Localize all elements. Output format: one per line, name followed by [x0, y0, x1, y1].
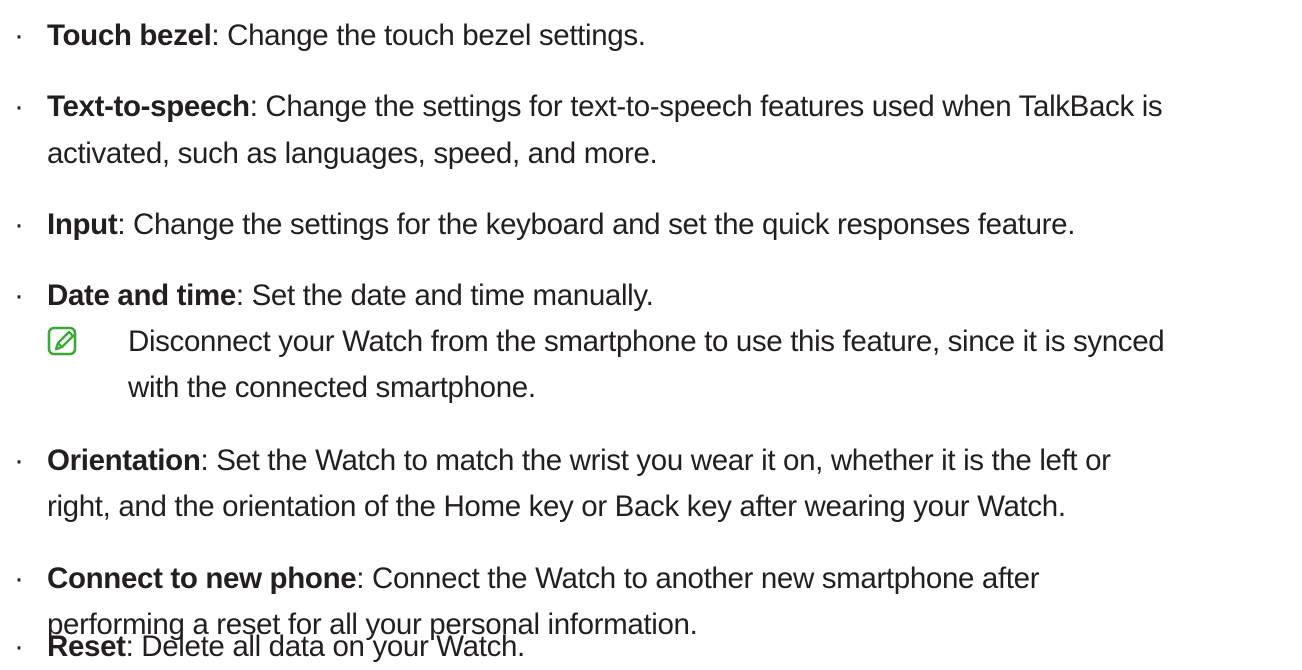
desc-date-and-time: : Set the date and time manually. — [235, 279, 654, 312]
bullet: · — [14, 630, 24, 663]
desc-input: : Change the settings for the keyboard a… — [117, 208, 1076, 241]
bullet: · — [14, 19, 24, 52]
list-item-line: Reset: Delete all data on your Watch. — [47, 623, 1292, 670]
note-text-line-2: with the connected smartphone. — [128, 371, 536, 404]
desc-reset: : Delete all data on your Watch. — [125, 630, 526, 663]
term-connect-to-new-phone: Connect to new phone — [47, 562, 357, 595]
bullet: · — [14, 90, 24, 123]
desc-connect-to-new-phone: : Connect the Watch to another new smart… — [356, 562, 1040, 595]
desc-text-to-speech: : Change the settings for text-to-speech… — [249, 90, 1163, 123]
settings-document: · Touch bezel: Change the touch bezel se… — [0, 0, 1302, 663]
term-input: Input — [47, 208, 118, 241]
note-text-line-1: Disconnect your Watch from the smartphon… — [128, 325, 1165, 358]
bullet: · — [14, 208, 24, 241]
list-item-line: Connect to new phone: Connect the Watch … — [47, 555, 1292, 602]
term-reset: Reset — [47, 630, 126, 663]
term-orientation: Orientation — [47, 444, 201, 477]
list-item-line: Date and time: Set the date and time man… — [47, 272, 1292, 319]
term-touch-bezel: Touch bezel — [47, 19, 212, 52]
list-item-line: Input: Change the settings for the keybo… — [47, 201, 1292, 248]
term-date-and-time: Date and time — [47, 279, 236, 312]
note-pencil-icon — [47, 326, 77, 356]
bullet: · — [14, 562, 24, 595]
desc-orientation-cont: right, and the orientation of the Home k… — [47, 490, 1066, 523]
list-item-line: Touch bezel: Change the touch bezel sett… — [47, 12, 1292, 59]
desc-orientation: : Set the Watch to match the wrist you w… — [200, 444, 1112, 477]
bullet: · — [14, 444, 24, 477]
list-item-line: Text-to-speech: Change the settings for … — [47, 83, 1292, 130]
term-text-to-speech: Text-to-speech — [47, 90, 250, 123]
bullet: · — [14, 279, 24, 312]
desc-text-to-speech-cont: activated, such as languages, speed, and… — [47, 137, 658, 170]
list-item-line: Orientation: Set the Watch to match the … — [47, 437, 1292, 484]
desc-touch-bezel: : Change the touch bezel settings. — [211, 19, 646, 52]
